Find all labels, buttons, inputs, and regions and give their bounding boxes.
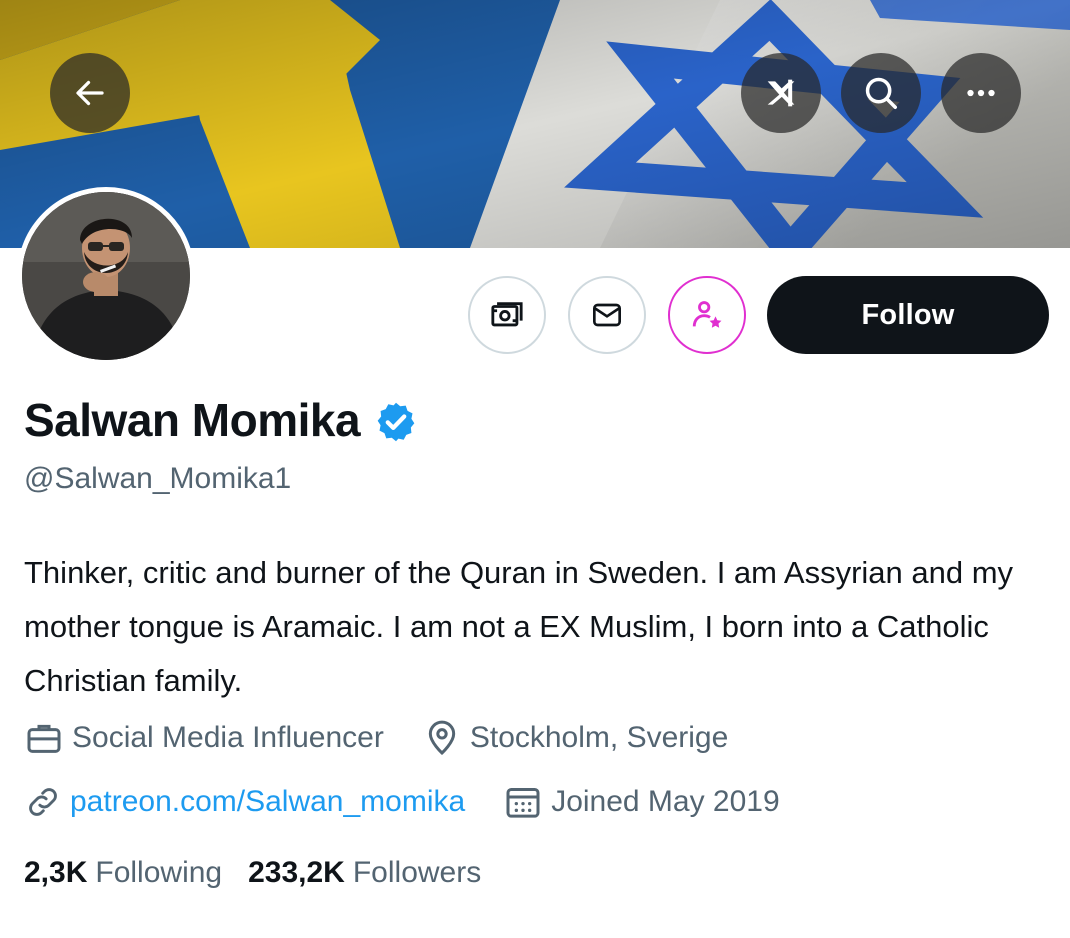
handle: @Salwan_Momika1 bbox=[24, 462, 292, 495]
profession-label: Social Media Influencer bbox=[72, 721, 384, 754]
grok-button[interactable] bbox=[741, 53, 821, 133]
verified-badge-icon[interactable] bbox=[374, 400, 418, 444]
avatar[interactable] bbox=[17, 187, 195, 365]
location-pin-icon bbox=[428, 720, 456, 756]
followers-stat[interactable]: 233,2K Followers bbox=[248, 856, 481, 890]
avatar-image bbox=[22, 192, 190, 360]
more-dots-icon bbox=[967, 89, 995, 97]
search-icon bbox=[865, 77, 897, 109]
website-link[interactable]: patreon.com/Salwan_momika bbox=[70, 785, 465, 819]
join-date: Joined May 2019 bbox=[503, 782, 780, 822]
profile-meta-row-2: patreon.com/Salwan_momika Joined May 201… bbox=[24, 782, 818, 822]
join-date-label: Joined May 2019 bbox=[551, 785, 780, 818]
bio: Thinker, critic and burner of the Quran … bbox=[24, 555, 1014, 698]
location: Stockholm, Sverige bbox=[422, 718, 728, 758]
message-button[interactable] bbox=[568, 276, 646, 354]
followers-label: Followers bbox=[352, 856, 482, 889]
back-button[interactable] bbox=[50, 53, 130, 133]
follow-stats: 2,3K Following 233,2K Followers bbox=[24, 856, 507, 890]
follow-button[interactable]: Follow bbox=[767, 276, 1049, 354]
profession: Social Media Influencer bbox=[24, 718, 384, 758]
person-star-icon bbox=[692, 301, 722, 328]
calendar-icon bbox=[506, 788, 540, 818]
following-stat[interactable]: 2,3K Following bbox=[24, 856, 222, 890]
tip-button[interactable] bbox=[468, 276, 546, 354]
following-label: Following bbox=[95, 856, 223, 889]
briefcase-icon bbox=[27, 724, 61, 753]
followers-count: 233,2K bbox=[248, 856, 345, 889]
website[interactable]: patreon.com/Salwan_momika bbox=[24, 783, 465, 821]
envelope-icon bbox=[593, 303, 621, 327]
link-icon bbox=[29, 788, 57, 816]
avatar-photo bbox=[22, 192, 190, 360]
more-button[interactable] bbox=[941, 53, 1021, 133]
display-name: Salwan Momika bbox=[24, 394, 361, 446]
location-label: Stockholm, Sverige bbox=[469, 721, 729, 754]
subscribe-button[interactable] bbox=[668, 276, 746, 354]
arrow-left-icon bbox=[76, 80, 104, 106]
profile-meta-row: Social Media Influencer Stockholm, Sveri… bbox=[24, 718, 766, 758]
following-count: 2,3K bbox=[24, 856, 88, 889]
display-name-row: Salwan Momika bbox=[24, 393, 418, 447]
search-button[interactable] bbox=[841, 53, 921, 133]
money-icon bbox=[491, 302, 523, 327]
grok-icon bbox=[767, 79, 795, 107]
